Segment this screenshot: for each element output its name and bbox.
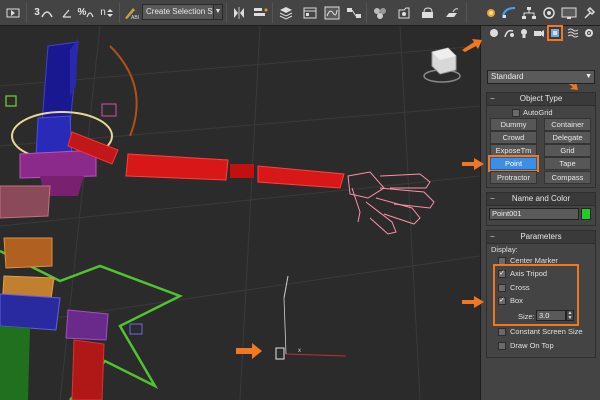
parameters-rollout-header[interactable]: − Parameters [487,231,595,244]
perspective-viewport[interactable]: x [0,26,480,400]
box-checkbox[interactable]: ✓ [498,297,506,305]
scene-canvas: x [0,26,480,400]
protractor-button[interactable]: Protractor [490,171,537,184]
constant-screen-size-label: Constant Screen Size [510,327,583,336]
annotation-arrow [462,158,484,170]
utilities-tab-icon[interactable] [580,3,598,22]
lights-icon[interactable] [517,26,531,40]
point-helper[interactable]: x [275,275,347,360]
hierarchy-tab-icon[interactable] [520,3,538,22]
display-tab-icon[interactable] [560,3,578,22]
shapes-icon[interactable] [502,26,516,40]
render-setup-icon[interactable] [394,3,414,22]
create-tab-icon[interactable] [484,3,498,22]
axis-tripod-checkbox[interactable]: ✓ [498,270,506,278]
object-name-field[interactable]: Point001 [489,208,579,220]
display-group-label: Display: [491,245,518,254]
autogrid-checkbox[interactable] [512,109,520,117]
annotation-arrow [236,343,262,359]
category-dropdown-value: Standard [491,72,524,81]
draw-on-top-label: Draw On Top [510,341,554,350]
delegate-button[interactable]: Delegate [544,131,591,144]
chevron-down-icon[interactable]: ▼ [213,4,223,20]
object-type-title: Object Type [519,94,563,103]
magenta-helper-box[interactable] [101,103,117,117]
small-magnet-icon [86,11,95,17]
chevron-down-icon: ▼ [585,73,592,80]
percent-snap-label: % [77,7,87,18]
crowd-button[interactable]: Crowd [490,131,537,144]
mirror-icon[interactable] [230,3,248,22]
blue-helper-box[interactable] [129,323,143,335]
selection-set-dropdown[interactable]: Create Selection Se [142,4,222,20]
svg-text:x: x [298,348,301,354]
helpers-icon[interactable] [547,25,563,41]
cross-checkbox[interactable] [498,284,506,292]
biped-right-arm[interactable] [67,131,345,189]
spinner-arrows-icon[interactable]: ▲ ▼ [566,310,574,321]
size-spinner-input[interactable]: 3.0 [536,310,566,321]
autogrid-label: AutoGrid [523,108,553,117]
systems-icon[interactable] [582,26,596,40]
dummy-button[interactable]: Dummy [490,118,537,131]
collapse-icon: − [490,194,495,203]
green-helper-box[interactable] [5,95,17,107]
collapse-icon: − [490,232,495,241]
annotation-arrow [462,39,482,52]
size-label: Size: [518,312,535,321]
annotation-arrow [462,296,484,308]
grid-button[interactable]: Grid [544,144,591,157]
layer-manager-icon[interactable] [276,3,296,22]
rotation-arc [109,45,138,137]
snaps-toggle-button[interactable]: 3 [30,3,58,22]
schematic-view-icon[interactable] [344,3,364,22]
spinner-snap-button[interactable]: n [98,3,116,22]
material-editor-icon[interactable] [370,3,390,22]
parameters-title: Parameters [520,232,562,241]
biped-right-hand[interactable] [347,171,435,235]
draw-on-top-checkbox[interactable] [498,342,506,350]
spacewarps-icon[interactable] [566,26,580,40]
magnet-icon [41,10,53,17]
compass-button[interactable]: Compass [544,171,591,184]
object-color-swatch[interactable] [581,208,591,220]
collapse-icon: − [490,94,495,103]
edit-named-selection-icon[interactable]: ABC [122,3,140,22]
select-object-icon[interactable] [4,3,22,22]
percent-snap-button[interactable]: % [76,3,96,22]
scene-explorer-icon[interactable] [300,3,320,22]
spinner-arrows-icon [106,8,113,17]
modify-tab-icon[interactable] [500,3,518,22]
name-and-color-title: Name and Color [511,194,571,203]
cross-label: Cross [510,283,530,292]
svg-text:ABC: ABC [131,15,139,20]
exposetm-button[interactable]: ExposeTm [490,144,537,157]
rendered-frame-window-icon[interactable] [418,3,438,22]
render-production-icon[interactable] [442,3,462,22]
container-button[interactable]: Container [544,118,591,131]
cameras-icon[interactable] [532,26,546,40]
curve-editor-icon[interactable] [322,3,342,22]
category-dropdown[interactable]: Standard ▼ [487,70,595,84]
tape-button[interactable]: Tape [544,157,591,170]
motion-tab-icon[interactable] [540,3,558,22]
box-label: Box [510,296,523,305]
axis-tripod-label: Axis Tripod [510,269,548,278]
object-type-rollout-header[interactable]: − Object Type [487,93,595,106]
constant-screen-size-checkbox[interactable] [498,328,506,336]
biped-left-leg[interactable] [0,185,109,400]
point-button[interactable]: Point [488,155,539,172]
geometry-icon[interactable] [487,26,501,40]
angle-snap-icon[interactable] [60,3,74,22]
viewcube-icon[interactable] [423,47,461,83]
main-toolbar: 3 % n ABC Create Selection Se ▼ [0,0,600,26]
name-and-color-rollout-header[interactable]: − Name and Color [487,193,595,206]
align-icon[interactable] [250,3,270,22]
